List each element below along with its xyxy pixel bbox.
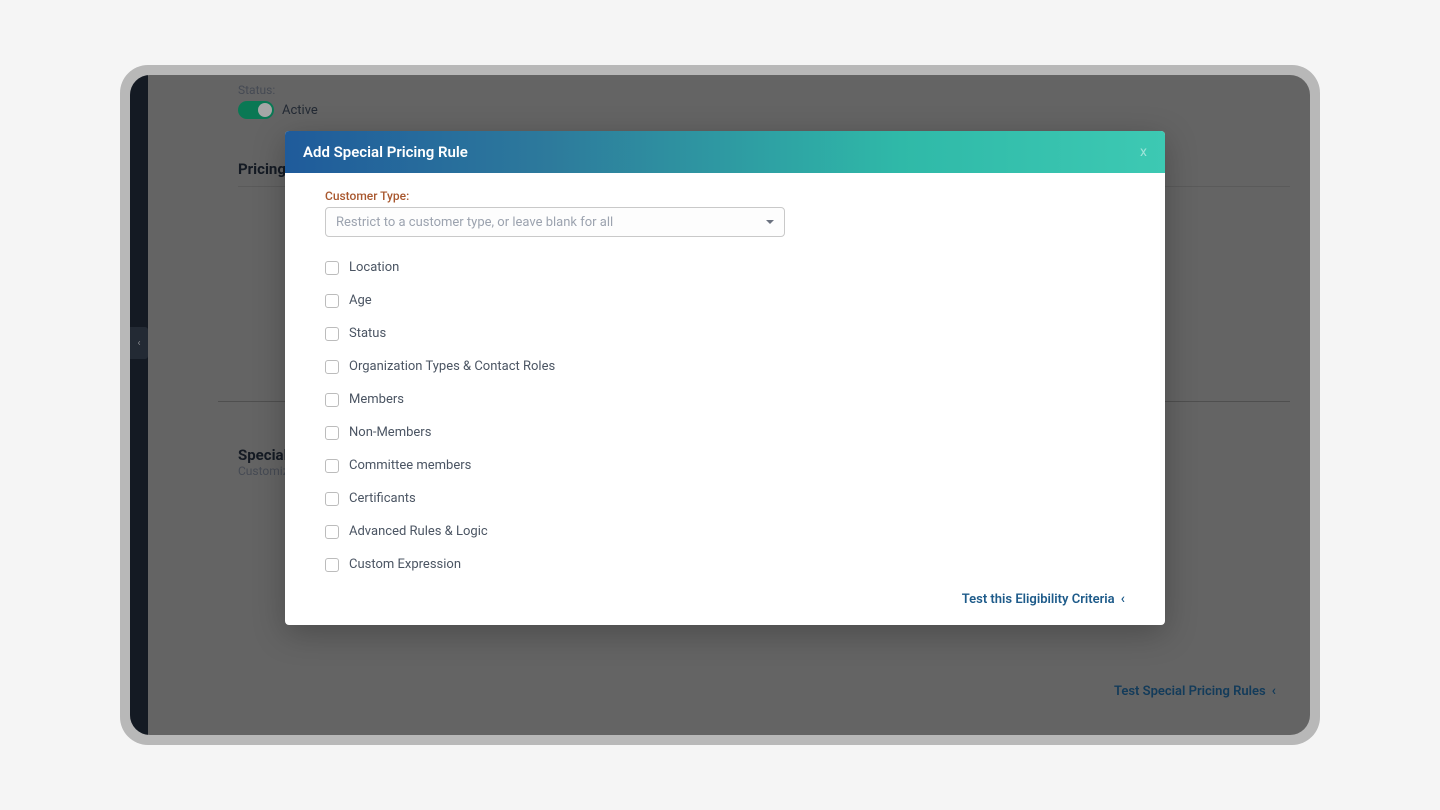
checkbox-label: Advanced Rules & Logic [349,524,488,539]
checkbox-label: Certificants [349,491,416,506]
modal-body: Customer Type: Restrict to a customer ty… [285,173,1165,625]
criteria-row-members: Members [325,383,1125,416]
checkbox-location[interactable] [325,261,339,275]
criteria-row-committee: Committee members [325,449,1125,482]
criteria-checkbox-list: Location Age Status Organization Types &… [325,251,1125,581]
close-icon[interactable]: x [1140,144,1147,160]
checkbox-label: Non-Members [349,425,431,440]
customer-type-select[interactable]: Restrict to a customer type, or leave bl… [325,207,785,237]
checkbox-committee[interactable] [325,459,339,473]
test-eligibility-label: Test this Eligibility Criteria [962,592,1115,607]
checkbox-org-types[interactable] [325,360,339,374]
customer-type-placeholder: Restrict to a customer type, or leave bl… [336,215,613,230]
modal-header: Add Special Pricing Rule x [285,131,1165,173]
criteria-row-location: Location [325,251,1125,284]
test-eligibility-link[interactable]: Test this Eligibility Criteria ‹ [962,591,1125,607]
checkbox-advanced[interactable] [325,525,339,539]
chevron-down-icon [766,220,774,224]
checkbox-label: Members [349,392,404,407]
criteria-row-age: Age [325,284,1125,317]
criteria-row-certificants: Certificants [325,482,1125,515]
checkbox-label: Committee members [349,458,471,473]
criteria-row-non-members: Non-Members [325,416,1125,449]
add-pricing-rule-modal: Add Special Pricing Rule x Customer Type… [285,131,1165,625]
criteria-row-advanced: Advanced Rules & Logic [325,515,1125,548]
modal-title: Add Special Pricing Rule [303,143,468,161]
customer-type-label: Customer Type: [325,189,1125,203]
checkbox-label: Location [349,260,399,275]
criteria-row-status: Status [325,317,1125,350]
checkbox-status[interactable] [325,327,339,341]
checkbox-non-members[interactable] [325,426,339,440]
checkbox-custom-expr[interactable] [325,558,339,572]
checkbox-label: Custom Expression [349,557,461,572]
checkbox-members[interactable] [325,393,339,407]
chevron-right-icon: ‹ [1121,591,1125,607]
criteria-row-custom-expr: Custom Expression [325,548,1125,581]
modal-footer: Test this Eligibility Criteria ‹ [325,581,1125,607]
checkbox-certificants[interactable] [325,492,339,506]
checkbox-label: Age [349,293,372,308]
device-frame: ‹ Status: Active Pricing Special Pri Cus… [120,65,1320,745]
checkbox-label: Status [349,326,386,341]
criteria-row-org-types: Organization Types & Contact Roles [325,350,1125,383]
checkbox-age[interactable] [325,294,339,308]
checkbox-label: Organization Types & Contact Roles [349,359,555,374]
device-screen: ‹ Status: Active Pricing Special Pri Cus… [130,75,1310,735]
